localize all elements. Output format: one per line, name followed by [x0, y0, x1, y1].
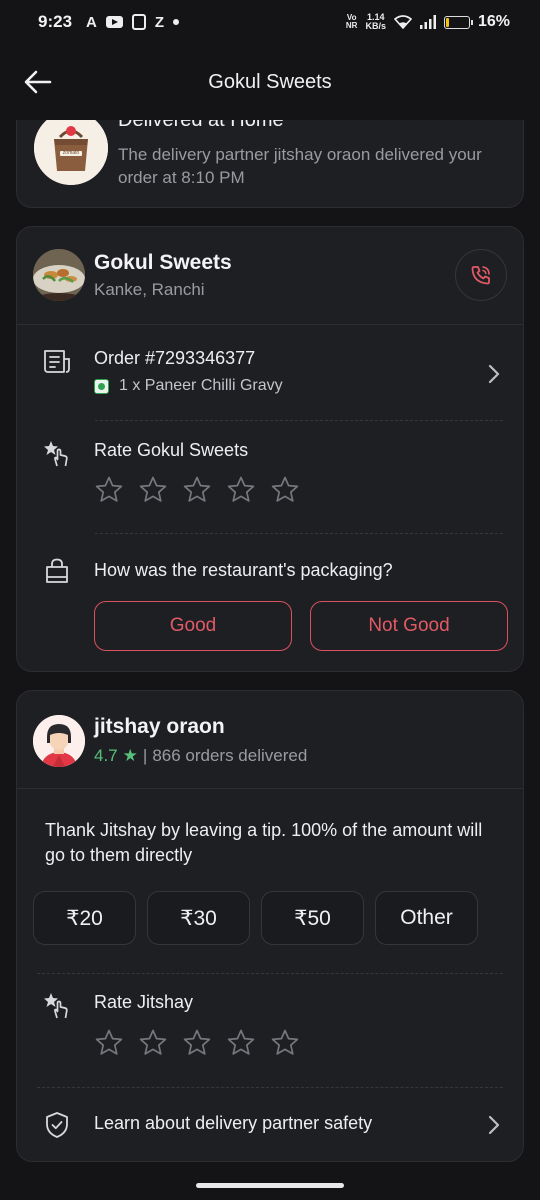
- chevron-right-icon[interactable]: [487, 1114, 501, 1136]
- packaging-not-good-button[interactable]: Not Good: [310, 601, 508, 651]
- tip-50-button[interactable]: ₹50: [261, 891, 364, 945]
- star-outline-icon[interactable]: [138, 1028, 168, 1058]
- star-outline-icon[interactable]: [226, 1028, 256, 1058]
- packaging-question: How was the restaurant's packaging?: [94, 560, 393, 580]
- volte-indicator: Vo NR: [345, 13, 358, 30]
- shield-check-icon: [46, 1112, 68, 1138]
- battery-icon: [443, 15, 473, 29]
- phone-icon: [471, 266, 490, 285]
- star-outline-icon[interactable]: [226, 475, 256, 505]
- delivery-status-description: The delivery partner jitshay oraon deliv…: [118, 145, 482, 187]
- battery-percentage: 16%: [477, 13, 510, 30]
- page-title: Gokul Sweets: [208, 70, 332, 93]
- zomato-z-icon: Z: [154, 13, 165, 31]
- delivery-status-heading: Delivered at Home: [118, 120, 284, 131]
- restaurant-rating-stars[interactable]: [94, 475, 300, 505]
- notification-icons: A Z: [86, 13, 180, 31]
- shopping-bag-icon: [46, 558, 68, 583]
- app-header: Gokul Sweets: [0, 44, 540, 120]
- status-time: 9:23: [38, 12, 73, 31]
- divider: [95, 533, 503, 534]
- call-restaurant-button[interactable]: [455, 249, 507, 301]
- star-outline-icon[interactable]: [94, 1028, 124, 1058]
- meta-separator: |: [142, 746, 148, 765]
- delivery-bag-icon: zomato: [34, 120, 108, 185]
- star-tap-icon: [44, 441, 68, 467]
- chevron-right-icon[interactable]: [487, 363, 501, 385]
- arrow-left-icon[interactable]: [22, 68, 54, 96]
- system-icons: Vo NR 1.14 KB/s 16%: [346, 13, 510, 31]
- order-number[interactable]: Order #7293346377: [94, 348, 255, 369]
- rating-star-icon: ★: [122, 746, 138, 765]
- rider-rating: 4.7: [94, 746, 118, 765]
- delivery-status-card: zomato Delivered at Home The delivery pa…: [16, 120, 524, 208]
- restaurant-name: Gokul Sweets: [94, 251, 232, 274]
- packaging-good-button[interactable]: Good: [94, 601, 292, 651]
- star-outline-icon[interactable]: [94, 475, 124, 505]
- veg-indicator-icon: [94, 378, 109, 394]
- star-outline-icon[interactable]: [182, 475, 212, 505]
- order-item-text: 1 x Paneer Chilli Gravy: [119, 377, 283, 394]
- rate-rider-label: Rate Jitshay: [94, 992, 194, 1012]
- wifi-icon: [393, 15, 412, 29]
- status-bar: 9:23 A Z Vo NR 1.14 KB/s 16%: [0, 0, 540, 44]
- calculator-icon: [131, 14, 146, 30]
- rider-rating-stars[interactable]: [94, 1028, 300, 1058]
- tip-30-button[interactable]: ₹30: [147, 891, 250, 945]
- restaurant-photo: [33, 249, 85, 301]
- rider-avatar: [33, 715, 85, 767]
- rider-orders-delivered: 866 orders delivered: [152, 746, 308, 765]
- network-speed: 1.14 KB/s: [365, 12, 386, 31]
- order-details-scroll[interactable]: zomato Delivered at Home The delivery pa…: [0, 120, 540, 1180]
- divider: [17, 788, 523, 789]
- home-indicator[interactable]: [196, 1183, 344, 1188]
- star-outline-icon[interactable]: [138, 475, 168, 505]
- restaurant-location: Kanke, Ranchi: [94, 280, 205, 299]
- order-item: 1 x Paneer Chilli Gravy: [94, 377, 283, 395]
- receipt-icon: [44, 350, 70, 373]
- star-outline-icon[interactable]: [182, 1028, 212, 1058]
- arc-app-icon: A: [86, 13, 97, 31]
- divider: [37, 1087, 503, 1088]
- rider-name: jitshay oraon: [94, 715, 225, 738]
- youtube-icon: [105, 16, 123, 28]
- divider: [95, 420, 503, 421]
- star-outline-icon[interactable]: [270, 1028, 300, 1058]
- bag-brand-label: zomato: [62, 150, 80, 156]
- divider: [17, 324, 523, 325]
- tip-other-button[interactable]: Other: [375, 891, 478, 945]
- rate-restaurant-label: Rate Gokul Sweets: [94, 440, 249, 460]
- divider: [37, 973, 503, 974]
- delivery-partner-card: jitshay oraon 4.7 ★ | 866 orders deliver…: [16, 690, 524, 1162]
- restaurant-card: Gokul Sweets Kanke, Ranchi Order #729334…: [16, 226, 524, 672]
- star-outline-icon[interactable]: [270, 475, 300, 505]
- dot-icon: [173, 19, 180, 25]
- signal-icon: [419, 15, 436, 29]
- safety-link[interactable]: Learn about delivery partner safety: [94, 1113, 372, 1134]
- tip-message: Thank Jitshay by leaving a tip. 100% of …: [45, 820, 483, 865]
- star-tap-icon: [44, 993, 68, 1019]
- rider-meta: 4.7 ★ | 866 orders delivered: [94, 746, 307, 766]
- tip-20-button[interactable]: ₹20: [33, 891, 136, 945]
